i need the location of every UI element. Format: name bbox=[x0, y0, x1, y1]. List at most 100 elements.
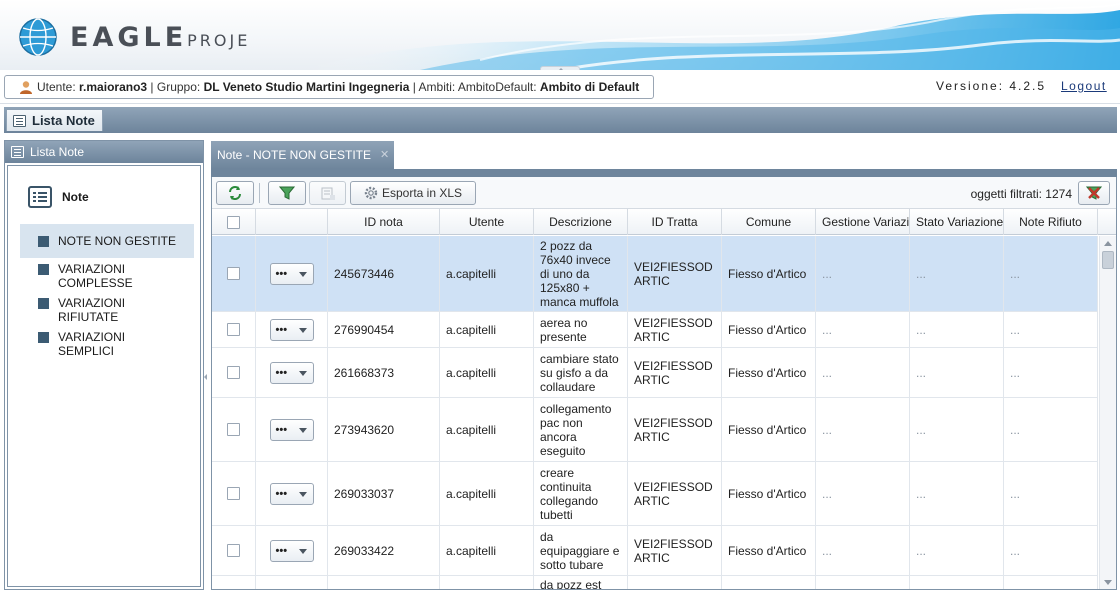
cell-descrizione: aerea no presente bbox=[534, 312, 628, 347]
column-header-utente[interactable]: Utente bbox=[440, 209, 534, 235]
row-checkbox[interactable] bbox=[227, 423, 240, 436]
column-header-comune[interactable]: Comune bbox=[722, 209, 816, 235]
row-checkbox[interactable] bbox=[227, 544, 240, 557]
grid-header-row: ID nota Utente Descrizione ID Tratta Com… bbox=[212, 209, 1116, 235]
row-checkbox[interactable] bbox=[227, 267, 240, 280]
select-all-header bbox=[212, 209, 256, 235]
cell-id-nota: 269033037 bbox=[328, 462, 440, 525]
scroll-down-arrow-icon[interactable] bbox=[1104, 580, 1112, 585]
cell-gestione-variazione: ... bbox=[816, 526, 910, 575]
cell-gestione-variazione: ... bbox=[816, 398, 910, 461]
cell-stato-variazione: ... bbox=[910, 236, 1004, 311]
panel-splitter-handle[interactable] bbox=[204, 362, 209, 392]
tree-item-note-non-gestite[interactable]: NOTE NON GESTITE bbox=[20, 224, 194, 258]
row-select-cell bbox=[212, 462, 256, 525]
cell-comune: Fiesso d'Artico bbox=[722, 526, 816, 575]
column-header-descrizione[interactable]: Descrizione bbox=[534, 209, 628, 235]
cell-note-rifiuto: ... bbox=[1004, 398, 1098, 461]
cell-comune: Fiesso d'Artico bbox=[722, 462, 816, 525]
table-row[interactable]: da pozz est bbox=[212, 576, 1098, 589]
toolbar-separator bbox=[259, 183, 260, 203]
row-actions-dropdown[interactable]: ••• bbox=[269, 262, 314, 285]
scroll-up-arrow-icon[interactable] bbox=[1104, 241, 1112, 246]
cell-note-rifiuto: ... bbox=[1004, 348, 1098, 397]
row-select-cell bbox=[212, 526, 256, 575]
cell-stato-variazione: ... bbox=[910, 348, 1004, 397]
cell-id-tratta: VEI2FIESSOD ARTIC bbox=[628, 462, 722, 525]
column-header-id-tratta[interactable]: ID Tratta bbox=[628, 209, 722, 235]
row-actions-dropdown[interactable]: ••• bbox=[269, 482, 314, 505]
section-tab-lista-note[interactable]: Lista Note bbox=[6, 109, 103, 131]
table-row[interactable]: ••• 273943620 a.capitelli collegamento pac … bbox=[212, 398, 1098, 462]
cell-descrizione: da pozz est bbox=[534, 576, 628, 589]
scrollbar-thumb[interactable] bbox=[1102, 251, 1114, 269]
username: r.maiorano3 bbox=[79, 80, 148, 94]
refresh-button[interactable] bbox=[216, 181, 254, 205]
table-row[interactable]: ••• 276990454 a.capitelli aerea no presente… bbox=[212, 312, 1098, 348]
actions-header bbox=[256, 209, 328, 235]
tree-item-variazioni-semplici[interactable]: VARIAZIONI SEMPLICI bbox=[20, 330, 194, 358]
logout-link[interactable]: Logout bbox=[1061, 79, 1107, 93]
tree-root-note[interactable]: Note bbox=[28, 186, 89, 208]
cell-gestione-variazione: ... bbox=[816, 236, 910, 311]
grid-body: ••• 245673446 a.capitelli 2 pozz da 76x40 i… bbox=[212, 236, 1098, 589]
row-select-cell bbox=[212, 312, 256, 347]
cell-stato-variazione: ... bbox=[910, 462, 1004, 525]
tree-item-variazioni-complesse[interactable]: VARIAZIONI COMPLESSE bbox=[20, 262, 194, 290]
export-xls-button[interactable]: Esporta in XLS bbox=[350, 181, 476, 205]
left-panel-title: Lista Note bbox=[30, 145, 85, 159]
column-header-note-rifiuto[interactable]: Note Rifiuto bbox=[1004, 209, 1098, 235]
section-title: Lista Note bbox=[32, 113, 95, 128]
cell-utente: a.capitelli bbox=[440, 236, 534, 311]
cell-id-tratta: VEI2FIESSOD ARTIC bbox=[628, 398, 722, 461]
column-header-gestione-variazione[interactable]: Gestione Variazi bbox=[816, 209, 910, 235]
table-row[interactable]: ••• 261668373 a.capitelli cambiare stato su… bbox=[212, 348, 1098, 398]
tab-note-non-gestite[interactable]: Note - NOTE NON GESTITE ✕ bbox=[211, 141, 394, 169]
grid-vertical-scrollbar[interactable] bbox=[1099, 236, 1116, 589]
row-actions-cell: ••• bbox=[256, 312, 328, 347]
note-list-icon bbox=[28, 186, 52, 208]
filter-button[interactable] bbox=[268, 181, 306, 205]
square-bullet-icon bbox=[38, 235, 49, 247]
row-actions-dropdown[interactable]: ••• bbox=[269, 539, 314, 562]
row-checkbox[interactable] bbox=[227, 487, 240, 500]
user-info-box: Utente: r.maiorano3 | Gruppo: DL Veneto … bbox=[4, 75, 654, 99]
cell-id-nota: 269033422 bbox=[328, 526, 440, 575]
scope-label: | Ambiti: AmbitoDefault: bbox=[412, 80, 537, 94]
table-row[interactable]: ••• 269033037 a.capitelli creare continuita… bbox=[212, 462, 1098, 526]
tree-item-label: NOTE NON GESTITE bbox=[58, 234, 177, 248]
cell-utente bbox=[440, 576, 534, 589]
list-icon bbox=[13, 114, 26, 127]
square-bullet-icon bbox=[38, 332, 49, 343]
cell-id-tratta: VEI2FIESSOD ARTIC bbox=[628, 526, 722, 575]
column-header-stato-variazione[interactable]: Stato Variazione bbox=[910, 209, 1004, 235]
cell-utente: a.capitelli bbox=[440, 398, 534, 461]
left-navigation-panel: Lista Note Note NOTE NON GESTITE VARIAZI… bbox=[4, 140, 204, 590]
row-actions-dropdown[interactable]: ••• bbox=[269, 418, 314, 441]
cell-descrizione: cambiare stato su gisfo a da collaudare bbox=[534, 348, 628, 397]
cell-gestione-variazione: ... bbox=[816, 312, 910, 347]
row-actions-cell bbox=[256, 576, 328, 589]
clear-filter-button[interactable] bbox=[309, 181, 346, 205]
table-row[interactable]: ••• 245673446 a.capitelli 2 pozz da 76x40 i… bbox=[212, 236, 1098, 312]
export-label: Esporta in XLS bbox=[381, 186, 463, 200]
row-checkbox[interactable] bbox=[227, 366, 240, 379]
select-all-checkbox[interactable] bbox=[227, 215, 240, 229]
cell-stato-variazione: ... bbox=[910, 312, 1004, 347]
tree-item-variazioni-rifiutate[interactable]: VARIAZIONI RIFIUTATE bbox=[20, 296, 194, 324]
close-tab-icon[interactable]: ✕ bbox=[380, 150, 390, 161]
cell-stato-variazione: ... bbox=[910, 526, 1004, 575]
cell-note-rifiuto: ... bbox=[1004, 526, 1098, 575]
cell-stato-variazione bbox=[910, 576, 1004, 589]
row-actions-dropdown[interactable]: ••• bbox=[269, 318, 314, 341]
tree-item-label: VARIAZIONI COMPLESSE bbox=[58, 262, 133, 290]
table-row[interactable]: ••• 269033422 a.capitelli da equipaggiare e… bbox=[212, 526, 1098, 576]
header-spacer bbox=[1098, 209, 1116, 235]
row-actions-dropdown[interactable]: ••• bbox=[269, 361, 314, 384]
column-header-id-nota[interactable]: ID nota bbox=[328, 209, 440, 235]
row-checkbox[interactable] bbox=[227, 323, 240, 336]
cell-note-rifiuto: ... bbox=[1004, 312, 1098, 347]
cell-note-rifiuto: ... bbox=[1004, 236, 1098, 311]
row-select-cell bbox=[212, 576, 256, 589]
remove-filter-button[interactable] bbox=[1078, 181, 1110, 205]
